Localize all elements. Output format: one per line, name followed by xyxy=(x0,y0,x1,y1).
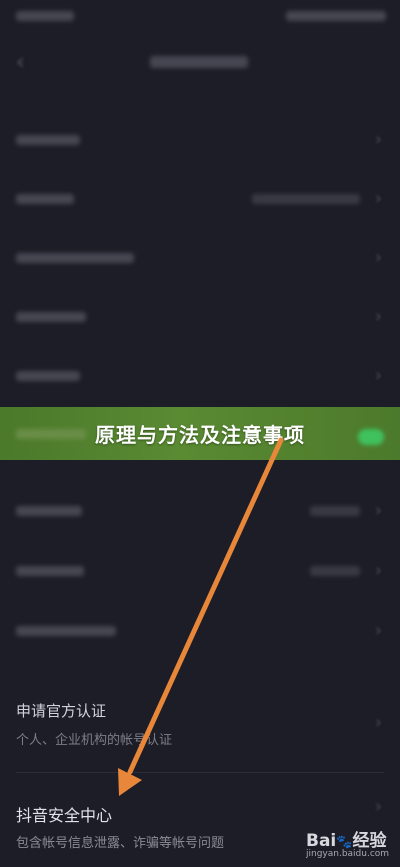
settings-row[interactable]: › xyxy=(0,482,400,541)
watermark-url: jingyan.baidu.com xyxy=(306,849,390,859)
status-time xyxy=(16,11,74,21)
settings-row[interactable]: › xyxy=(0,111,400,170)
settings-row-label xyxy=(16,312,86,322)
chevron-right-icon: › xyxy=(374,620,382,641)
chevron-right-icon: › xyxy=(374,796,382,817)
chevron-right-icon: › xyxy=(374,560,382,581)
watermark-brand: Bai xyxy=(306,831,337,851)
settings-row-value xyxy=(310,566,360,576)
chevron-right-icon: › xyxy=(374,247,382,268)
settings-row-value xyxy=(310,506,360,516)
apply-verification-title[interactable]: 申请官方认证 xyxy=(16,700,386,721)
banner-title: 原理与方法及注意事项 xyxy=(95,423,305,447)
chevron-right-icon: › xyxy=(374,129,382,150)
chevron-right-icon: › xyxy=(374,365,382,386)
safety-center-title[interactable]: 抖音安全中心 xyxy=(16,802,386,826)
chevron-right-icon: › xyxy=(374,188,382,209)
settings-row-label xyxy=(16,429,86,439)
settings-row-label xyxy=(16,253,134,263)
settings-row-label xyxy=(16,566,84,576)
settings-row[interactable]: › xyxy=(0,229,400,288)
divider xyxy=(16,772,384,773)
toggle-switch[interactable] xyxy=(358,429,384,445)
settings-row-label xyxy=(16,371,80,381)
settings-row[interactable]: › xyxy=(0,170,400,229)
header: ‹ xyxy=(0,32,400,90)
settings-row[interactable]: › xyxy=(0,347,400,406)
settings-row[interactable]: › xyxy=(0,602,400,661)
chevron-right-icon: › xyxy=(374,500,382,521)
chevron-right-icon: › xyxy=(374,306,382,327)
settings-row[interactable]: › xyxy=(0,542,400,601)
settings-row[interactable]: › xyxy=(0,288,400,347)
settings-row-value xyxy=(252,194,360,204)
chevron-right-icon: › xyxy=(374,712,382,733)
back-icon[interactable]: ‹ xyxy=(16,50,25,75)
settings-row-label xyxy=(16,626,116,636)
paw-icon: 🐾 xyxy=(336,835,353,850)
apply-verification-subtitle: 个人、企业机构的帐号认证 xyxy=(16,733,173,748)
page-title xyxy=(150,56,248,68)
status-icons xyxy=(286,11,386,21)
watermark-brand-suffix: 经验 xyxy=(352,831,387,851)
title-banner: 原理与方法及注意事项 xyxy=(0,407,400,460)
settings-row-label xyxy=(16,506,82,516)
settings-row-label xyxy=(16,135,80,145)
status-bar xyxy=(0,0,400,32)
baidu-jingyan-logo: Bai🐾经验 xyxy=(306,826,386,851)
settings-row-label xyxy=(16,194,74,204)
